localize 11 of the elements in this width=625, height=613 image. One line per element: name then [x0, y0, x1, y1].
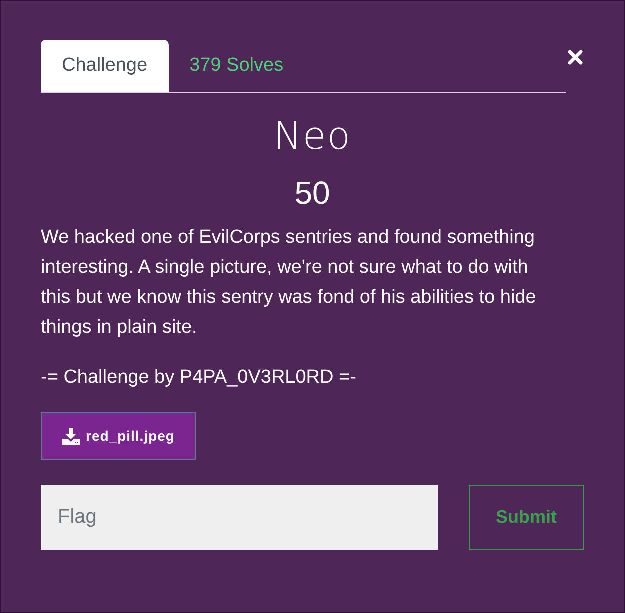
challenge-description: We hacked one of EvilCorps sentries and found something interesting. A single picture, we're not sure what to do with this but we know this sentry was fond of his abilities to hide things in plain site.	[41, 226, 538, 340]
challenge-points: 50	[294, 174, 332, 213]
download-icon	[62, 428, 80, 444]
challenge-title: Neo	[272, 113, 353, 159]
flag-input-field[interactable]: Flag	[41, 485, 438, 550]
tab[interactable]: Challenge	[41, 40, 169, 92]
close-icon[interactable]	[568, 50, 583, 65]
file-download-button[interactable]: red_pill.jpeg	[41, 412, 196, 460]
submit-button[interactable]: Submit	[469, 485, 584, 550]
challenge-author: -= Challenge by P4PA_0V3RL0RD =-	[41, 366, 358, 390]
tab[interactable]: 379 Solves	[168, 40, 305, 92]
